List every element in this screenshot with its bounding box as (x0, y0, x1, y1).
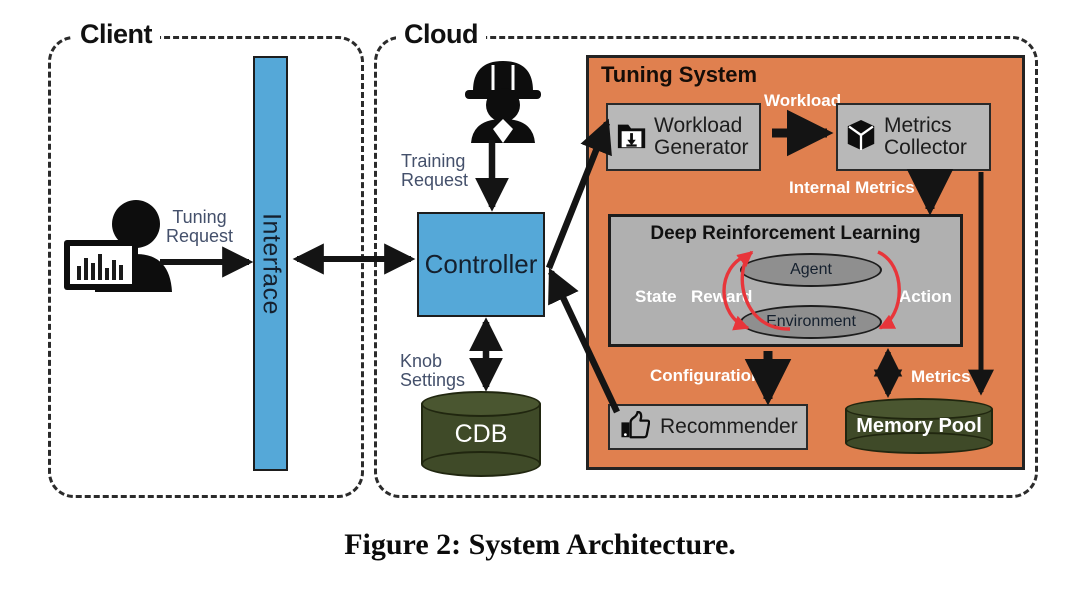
workload-edge-label: Workload (764, 91, 842, 110)
reward-label: Reward (691, 287, 753, 306)
controller-label: Controller (424, 249, 538, 279)
tuning-request-line1: Tuning (172, 207, 227, 227)
metrics-collector-label: Metrics Collector (884, 113, 967, 159)
figure-caption: Figure 2: System Architecture. (344, 528, 736, 561)
interface-label: Interface (257, 212, 285, 315)
memory-pool-label: Memory Pool (856, 414, 982, 437)
folder-download-icon (616, 119, 648, 156)
figure-canvas: Client Tuning Request Interface Cloud Tr… (0, 0, 1080, 609)
workload-generator-line1: Workload (654, 113, 743, 137)
cloud-region-title: Cloud (396, 18, 486, 50)
cdb-node[interactable]: CDB (421, 391, 541, 477)
cube-prism-icon (846, 118, 876, 157)
internal-metrics-edge-label: Internal Metrics (789, 178, 915, 197)
training-request-line1: Training (401, 151, 466, 171)
knob-settings-line1: Knob (400, 351, 443, 371)
metrics-collector-line1: Metrics (884, 113, 952, 137)
workload-generator-label: Workload Generator (654, 113, 749, 159)
recommender-node[interactable]: Recommender (608, 404, 808, 450)
workload-generator-line2: Generator (654, 136, 749, 159)
thumbs-up-icon (620, 410, 651, 444)
client-region-title: Client (72, 18, 161, 50)
metrics-collector-line2: Collector (884, 136, 967, 159)
agent-node[interactable]: Agent (740, 253, 882, 287)
tuning-request-label: Tuning Request (166, 208, 233, 246)
workload-generator-node[interactable]: Workload Generator (606, 103, 761, 171)
cdb-label: CDB (454, 419, 508, 448)
interface-node[interactable]: Interface (253, 56, 288, 471)
controller-node[interactable]: Controller (417, 212, 545, 317)
memory-pool-node[interactable]: Memory Pool (845, 398, 993, 454)
hardhat-worker-icon (457, 57, 549, 143)
state-label: State (635, 287, 677, 306)
training-request-label: Training Request (401, 152, 468, 190)
action-label: Action (899, 287, 952, 306)
knob-settings-line2: Settings (400, 369, 466, 390)
recommender-label: Recommender (660, 414, 798, 438)
environment-node[interactable]: Environment (740, 305, 882, 339)
knob-settings-label: Knob Settings (400, 352, 465, 390)
drl-box: Deep Reinforcement Learning Agent Enviro… (608, 214, 963, 347)
metrics-collector-node[interactable]: Metrics Collector (836, 103, 991, 171)
tuning-system-title: Tuning System (601, 62, 758, 87)
training-request-line2: Request (401, 169, 469, 190)
metrics-edge-label: Metrics (911, 367, 971, 386)
configurations-edge-label: Configurations (650, 366, 771, 385)
tuning-request-line2: Request (166, 225, 234, 246)
drl-title: Deep Reinforcement Learning (650, 223, 921, 244)
